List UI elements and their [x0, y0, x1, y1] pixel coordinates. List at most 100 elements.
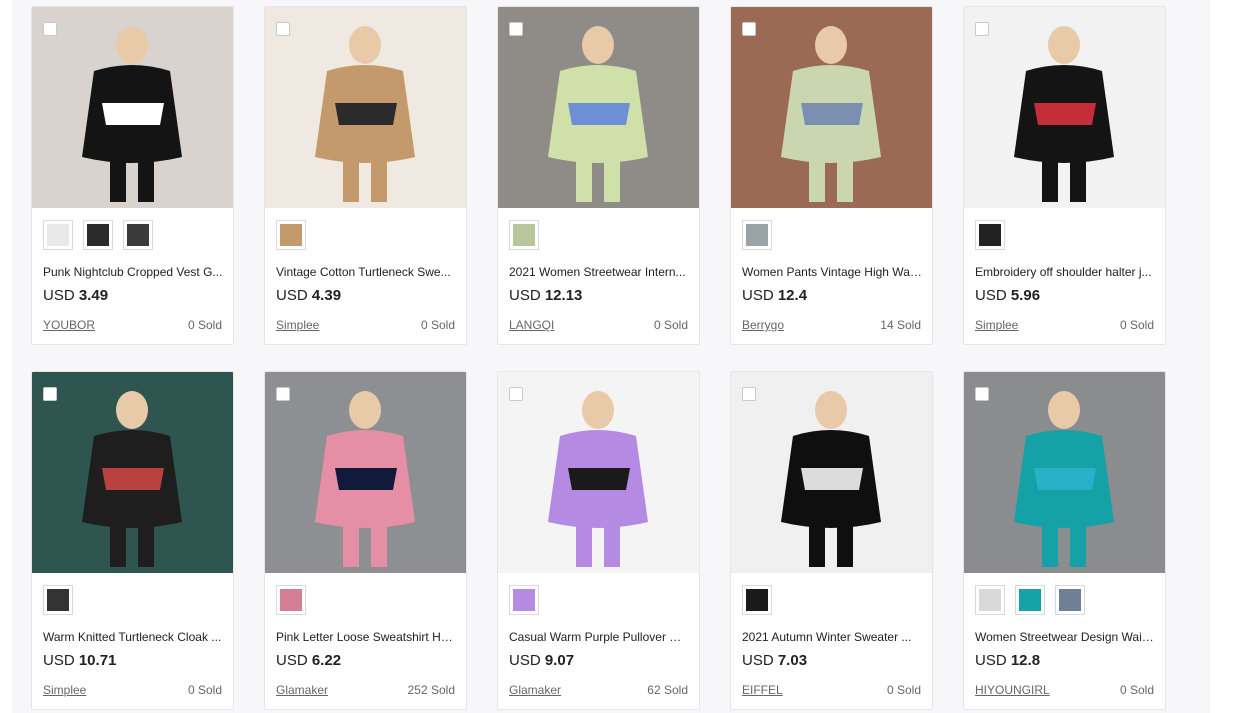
- product-card[interactable]: Pink Letter Loose Sweatshirt Ho... USD 6…: [264, 371, 467, 710]
- product-title[interactable]: Punk Nightclub Cropped Vest G...: [43, 265, 223, 279]
- product-price: USD 4.39: [276, 287, 341, 304]
- variant-swatch: [979, 589, 1001, 611]
- product-image[interactable]: [32, 372, 233, 573]
- variant-swatch: [513, 589, 535, 611]
- sold-count: 62 Sold: [647, 683, 688, 697]
- product-price: USD 10.71: [43, 652, 116, 669]
- variant-thumbnails: [509, 220, 539, 250]
- product-image[interactable]: [265, 372, 466, 573]
- price-currency: USD: [742, 652, 774, 669]
- variant-swatch: [87, 224, 109, 246]
- variant-thumbnails: [276, 585, 306, 615]
- price-amount: 4.39: [311, 287, 342, 304]
- product-image[interactable]: [731, 7, 932, 208]
- product-card[interactable]: Women Pants Vintage High Wai... USD 12.4…: [730, 6, 933, 345]
- store-link[interactable]: Berrygo: [742, 318, 784, 332]
- variant-thumbnail[interactable]: [43, 220, 73, 250]
- sold-count: 0 Sold: [1119, 683, 1154, 697]
- product-title[interactable]: Casual Warm Purple Pullover W...: [509, 630, 689, 644]
- variant-thumbnails: [742, 585, 772, 615]
- product-grid: Punk Nightclub Cropped Vest G... USD 3.4…: [31, 6, 1166, 710]
- product-card[interactable]: Vintage Cotton Turtleneck Swe... USD 4.3…: [264, 6, 467, 345]
- variant-thumbnail[interactable]: [43, 585, 73, 615]
- variant-swatch: [1059, 589, 1081, 611]
- select-checkbox[interactable]: [43, 22, 57, 36]
- product-card[interactable]: 2021 Autumn Winter Sweater ... USD 7.03 …: [730, 371, 933, 710]
- product-image[interactable]: [964, 7, 1165, 208]
- product-photo-illustration: [498, 7, 699, 208]
- select-checkbox[interactable]: [975, 22, 989, 36]
- select-checkbox[interactable]: [276, 387, 290, 401]
- product-card[interactable]: Punk Nightclub Cropped Vest G... USD 3.4…: [31, 6, 234, 345]
- variant-thumbnail[interactable]: [83, 220, 113, 250]
- product-title[interactable]: Women Streetwear Design Wais...: [975, 630, 1155, 644]
- price-amount: 6.22: [311, 652, 342, 669]
- product-photo-illustration: [498, 372, 699, 573]
- product-title[interactable]: Pink Letter Loose Sweatshirt Ho...: [276, 630, 456, 644]
- store-link[interactable]: Glamaker: [509, 683, 561, 697]
- product-card[interactable]: Casual Warm Purple Pullover W... USD 9.0…: [497, 371, 700, 710]
- product-image[interactable]: [964, 372, 1165, 573]
- select-checkbox[interactable]: [975, 387, 989, 401]
- variant-thumbnails: [276, 220, 306, 250]
- store-link[interactable]: Simplee: [43, 683, 86, 697]
- product-title[interactable]: Women Pants Vintage High Wai...: [742, 265, 922, 279]
- variant-thumbnail[interactable]: [742, 220, 772, 250]
- sold-count: 0 Sold: [653, 318, 688, 332]
- price-currency: USD: [276, 652, 308, 669]
- product-image[interactable]: [498, 7, 699, 208]
- store-link[interactable]: HIYOUNGIRL: [975, 683, 1050, 697]
- select-checkbox[interactable]: [509, 387, 523, 401]
- variant-thumbnail[interactable]: [1055, 585, 1085, 615]
- product-price: USD 5.96: [975, 287, 1040, 304]
- variant-thumbnail[interactable]: [1015, 585, 1045, 615]
- store-link[interactable]: Simplee: [975, 318, 1018, 332]
- variant-thumbnail[interactable]: [509, 220, 539, 250]
- product-price: USD 12.4: [742, 287, 807, 304]
- select-checkbox[interactable]: [509, 22, 523, 36]
- select-checkbox[interactable]: [276, 22, 290, 36]
- store-link[interactable]: Simplee: [276, 318, 319, 332]
- product-price: USD 7.03: [742, 652, 807, 669]
- product-title[interactable]: 2021 Autumn Winter Sweater ...: [742, 630, 922, 644]
- product-title[interactable]: Embroidery off shoulder halter j...: [975, 265, 1155, 279]
- product-title[interactable]: Warm Knitted Turtleneck Cloak ...: [43, 630, 223, 644]
- product-image[interactable]: [32, 7, 233, 208]
- select-checkbox[interactable]: [43, 387, 57, 401]
- product-photo-illustration: [32, 372, 233, 573]
- product-image[interactable]: [731, 372, 932, 573]
- sold-count: 0 Sold: [187, 683, 222, 697]
- store-link[interactable]: Glamaker: [276, 683, 328, 697]
- store-link[interactable]: LANGQI: [509, 318, 554, 332]
- product-card[interactable]: Embroidery off shoulder halter j... USD …: [963, 6, 1166, 345]
- product-title[interactable]: 2021 Women Streetwear Intern...: [509, 265, 689, 279]
- price-currency: USD: [43, 287, 75, 304]
- product-photo-illustration: [32, 7, 233, 208]
- product-image[interactable]: [498, 372, 699, 573]
- price-amount: 12.8: [1010, 652, 1041, 669]
- price-currency: USD: [509, 652, 541, 669]
- variant-thumbnail[interactable]: [975, 585, 1005, 615]
- product-image[interactable]: [265, 7, 466, 208]
- variant-thumbnail[interactable]: [123, 220, 153, 250]
- store-link[interactable]: EIFFEL: [742, 683, 783, 697]
- variant-thumbnail[interactable]: [276, 220, 306, 250]
- product-title[interactable]: Vintage Cotton Turtleneck Swe...: [276, 265, 456, 279]
- variant-swatch: [47, 589, 69, 611]
- variant-thumbnail[interactable]: [509, 585, 539, 615]
- product-photo-illustration: [265, 372, 466, 573]
- variant-thumbnail[interactable]: [742, 585, 772, 615]
- variant-swatch: [280, 224, 302, 246]
- product-photo-illustration: [731, 7, 932, 208]
- variant-thumbnail[interactable]: [276, 585, 306, 615]
- sold-count: 0 Sold: [187, 318, 222, 332]
- product-card[interactable]: 2021 Women Streetwear Intern... USD 12.1…: [497, 6, 700, 345]
- select-checkbox[interactable]: [742, 22, 756, 36]
- product-card[interactable]: Women Streetwear Design Wais... USD 12.8…: [963, 371, 1166, 710]
- store-link[interactable]: YOUBOR: [43, 318, 95, 332]
- variant-swatch: [127, 224, 149, 246]
- variant-thumbnail[interactable]: [975, 220, 1005, 250]
- select-checkbox[interactable]: [742, 387, 756, 401]
- price-amount: 7.03: [777, 652, 808, 669]
- product-card[interactable]: Warm Knitted Turtleneck Cloak ... USD 10…: [31, 371, 234, 710]
